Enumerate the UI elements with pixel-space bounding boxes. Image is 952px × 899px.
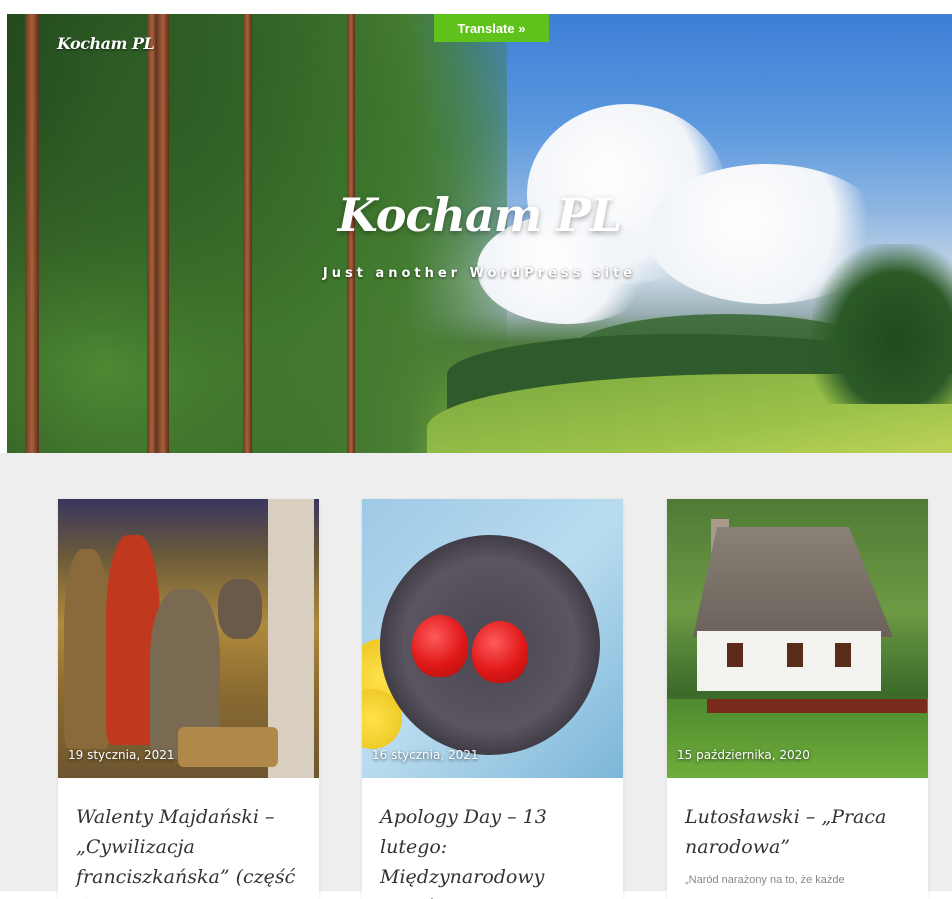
post-card[interactable]: 15 października, 2020 Lutosławski – „Pra… bbox=[667, 499, 928, 899]
post-thumbnail[interactable]: 15 października, 2020 bbox=[667, 499, 928, 778]
benches bbox=[707, 699, 927, 713]
site-home-link[interactable]: Kocham PL bbox=[57, 34, 155, 53]
site-description: Just another WordPress site bbox=[322, 266, 637, 281]
hero-header: Kocham PL Kocham PL Just another WordPre… bbox=[7, 14, 952, 453]
post-card[interactable]: 19 stycznia, 2021 Walenty Majdański – „C… bbox=[58, 499, 319, 899]
heart bbox=[472, 621, 528, 683]
post-thumbnail[interactable]: 19 stycznia, 2021 bbox=[58, 499, 319, 778]
post-title-link[interactable]: Walenty Majdański – „Cywilizacja francis… bbox=[76, 802, 301, 899]
post-title-link[interactable]: Apology Day – 13 lutego: Międzynarodowy … bbox=[380, 802, 605, 899]
post-date: 15 października, 2020 bbox=[677, 748, 810, 762]
post-excerpt: „Naród narażony na to, że każde bbox=[685, 874, 845, 886]
post-title-link[interactable]: Lutosławski – „Praca narodowa” bbox=[685, 802, 910, 862]
post-date: 19 stycznia, 2021 bbox=[68, 748, 175, 762]
heart bbox=[412, 615, 468, 677]
translate-button[interactable]: Translate » bbox=[434, 14, 549, 42]
posts-grid: 19 stycznia, 2021 Walenty Majdański – „C… bbox=[0, 453, 952, 899]
post-thumbnail[interactable]: 16 stycznia, 2021 bbox=[362, 499, 623, 778]
post-date: 16 stycznia, 2021 bbox=[372, 748, 479, 762]
site-title[interactable]: Kocham PL bbox=[7, 188, 952, 242]
house-roof bbox=[693, 527, 893, 637]
post-card[interactable]: 16 stycznia, 2021 Apology Day – 13 luteg… bbox=[362, 499, 623, 899]
